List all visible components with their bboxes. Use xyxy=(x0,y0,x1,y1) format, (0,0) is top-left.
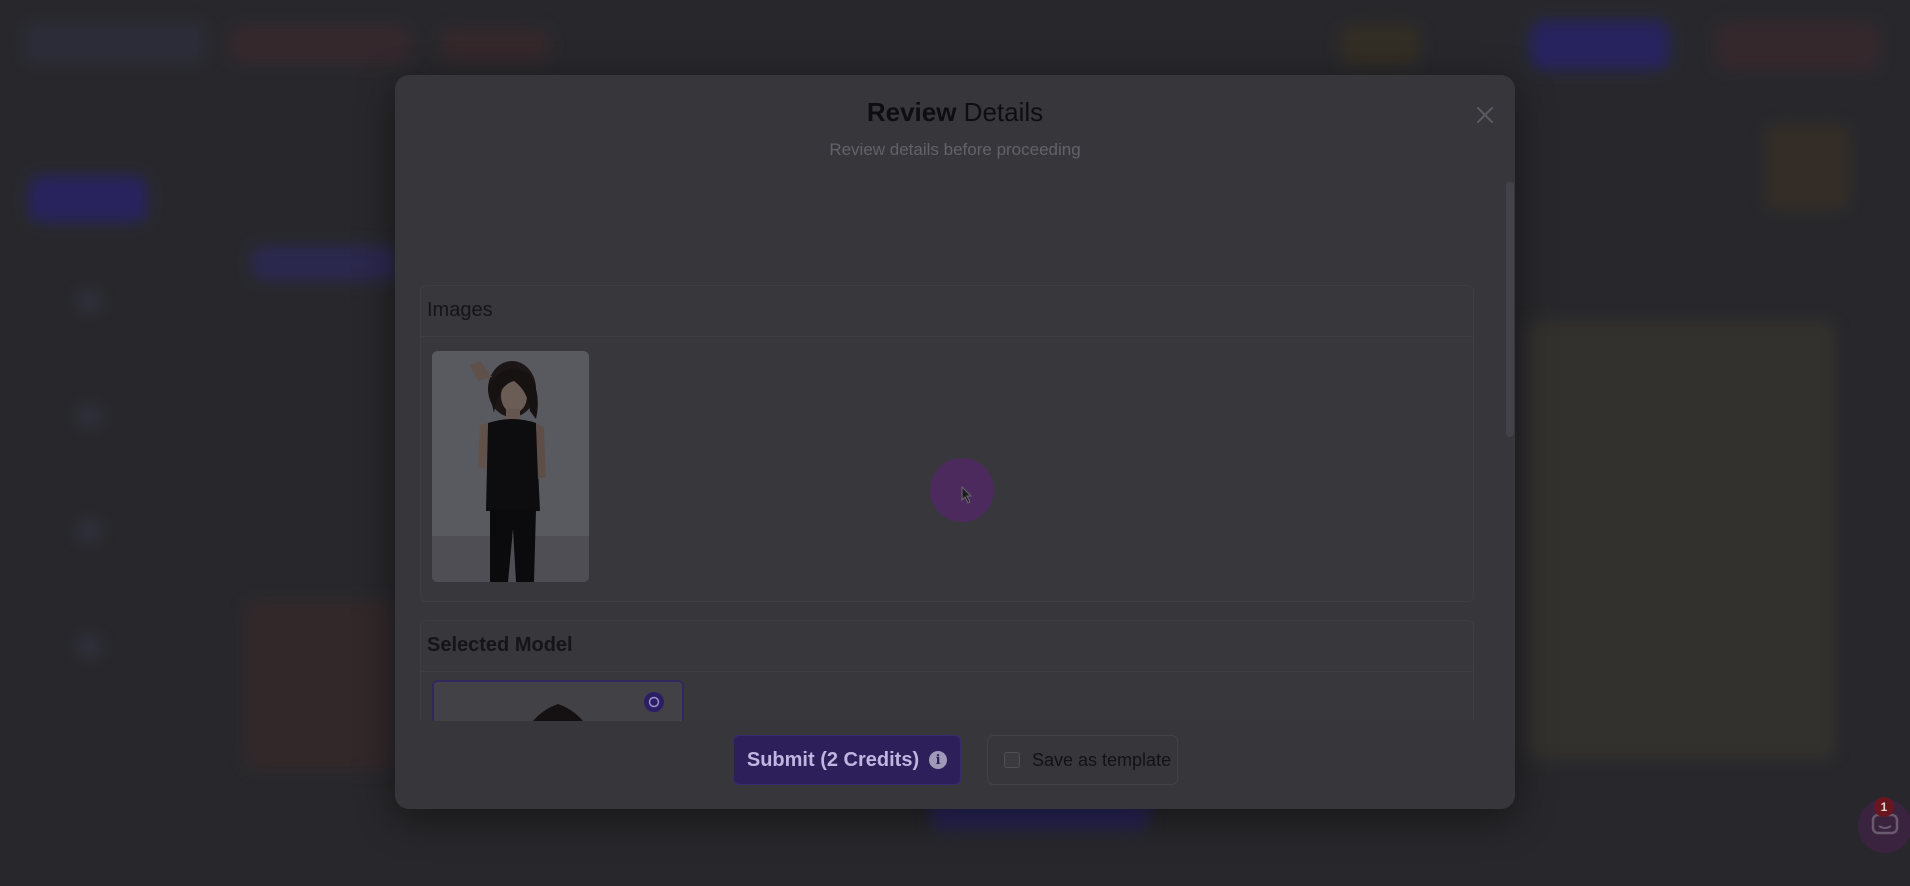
save-as-template-toggle[interactable]: Save as template xyxy=(987,735,1178,785)
images-section-title: Images xyxy=(421,286,1473,337)
modal-footer: Submit (2 Credits) i Save as template xyxy=(395,721,1515,809)
check-circle-icon xyxy=(648,696,660,708)
selected-check-badge xyxy=(644,692,664,712)
chat-unread-badge: 1 xyxy=(1874,797,1894,817)
save-template-checkbox[interactable] xyxy=(1004,752,1020,768)
uploaded-image xyxy=(432,351,589,582)
modal-header: Review Details Review details before pro… xyxy=(395,75,1515,170)
modal-title-rest: Details xyxy=(963,97,1044,127)
mouse-pointer-icon xyxy=(961,486,973,504)
close-button[interactable] xyxy=(1465,95,1505,135)
modal-title-strong: Review xyxy=(866,97,957,127)
submit-button-label: Submit (2 Credits) xyxy=(746,748,920,771)
review-details-modal: Review Details Review details before pro… xyxy=(395,75,1515,809)
modal-scrollbar-thumb[interactable] xyxy=(1506,182,1514,437)
modal-title: Review Details xyxy=(395,97,1515,128)
modal-subtitle: Review details before proceeding xyxy=(829,140,1081,159)
uploaded-image-thumbnail[interactable] xyxy=(432,351,589,582)
selected-model-section-title: Selected Model xyxy=(421,621,1473,672)
submit-button[interactable]: Submit (2 Credits) i xyxy=(733,735,961,785)
save-template-label: Save as template xyxy=(1032,749,1172,770)
images-section: Images xyxy=(420,285,1474,602)
info-icon[interactable]: i xyxy=(929,751,948,769)
modal-body[interactable]: Images Selected Model xyxy=(395,180,1505,794)
close-icon xyxy=(1477,107,1493,123)
